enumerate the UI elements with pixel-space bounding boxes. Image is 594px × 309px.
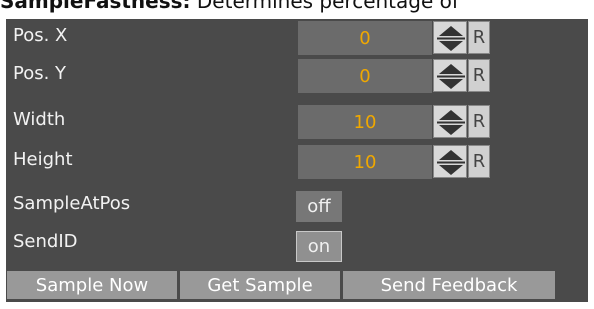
- up-down-arrows-icon: [437, 150, 465, 175]
- pos-x-spinner[interactable]: [433, 21, 467, 54]
- send-feedback-button[interactable]: Send Feedback: [343, 271, 555, 299]
- height-reset-button[interactable]: R: [468, 145, 490, 178]
- row-height: Height 10 R: [6, 143, 588, 179]
- up-down-arrows-icon: [437, 64, 465, 89]
- width-spinner[interactable]: [433, 105, 467, 138]
- send-id-label: SendID: [13, 231, 78, 252]
- height-label: Height: [13, 149, 73, 170]
- height-spinner[interactable]: [433, 145, 467, 178]
- caption-lead: SampleFastness:: [0, 0, 191, 13]
- width-input[interactable]: 10: [298, 105, 432, 139]
- send-id-toggle[interactable]: on: [296, 231, 342, 262]
- sample-at-pos-toggle[interactable]: off: [296, 191, 342, 222]
- caption-text: SampleFastness: Determines percentage of: [0, 0, 594, 20]
- pos-x-reset-button[interactable]: R: [468, 21, 490, 54]
- row-pos-y: Pos. Y 0 R: [6, 57, 588, 93]
- row-sample-at-pos: SampleAtPos off: [6, 189, 588, 225]
- caption-rest: Determines percentage of: [190, 0, 459, 13]
- pos-x-label: Pos. X: [13, 25, 68, 46]
- width-label: Width: [13, 109, 66, 130]
- pos-y-reset-button[interactable]: R: [468, 59, 490, 92]
- row-send-id: SendID on: [6, 229, 588, 265]
- pos-y-input[interactable]: 0: [298, 59, 432, 93]
- get-sample-button[interactable]: Get Sample: [180, 271, 340, 299]
- pos-x-input[interactable]: 0: [298, 21, 432, 55]
- row-pos-x: Pos. X 0 R: [6, 19, 588, 55]
- properties-panel: Pos. X 0 R Pos. Y 0 R Width 10 R Height …: [6, 19, 588, 302]
- row-width: Width 10 R: [6, 103, 588, 139]
- pos-y-label: Pos. Y: [13, 63, 67, 84]
- sample-at-pos-label: SampleAtPos: [13, 193, 131, 214]
- height-input[interactable]: 10: [298, 145, 432, 179]
- width-reset-button[interactable]: R: [468, 105, 490, 138]
- sample-now-button[interactable]: Sample Now: [7, 271, 177, 299]
- up-down-arrows-icon: [437, 110, 465, 135]
- pos-y-spinner[interactable]: [433, 59, 467, 92]
- up-down-arrows-icon: [437, 26, 465, 51]
